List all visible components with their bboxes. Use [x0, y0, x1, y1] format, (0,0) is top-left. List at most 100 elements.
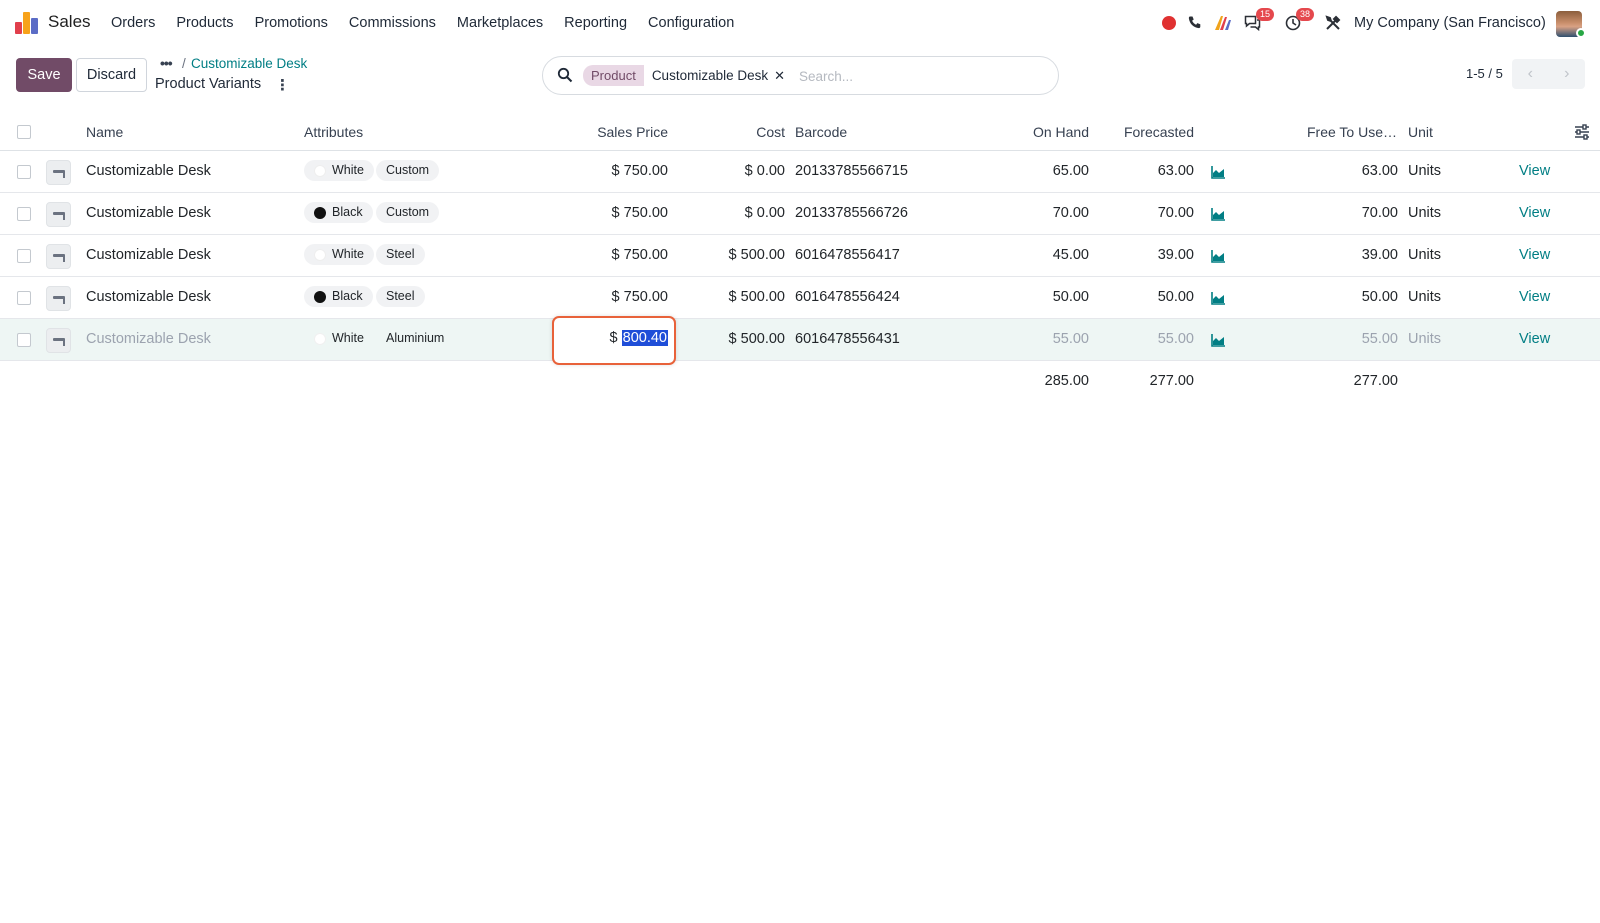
row-sales-price[interactable]: $ 750.00 — [560, 163, 668, 179]
row-name[interactable]: Customizable Desk — [86, 205, 211, 221]
product-thumbnail — [46, 244, 71, 269]
row-checkbox[interactable] — [17, 291, 31, 305]
total-free-to-use: 277.00 — [1353, 373, 1398, 389]
sales-price-input[interactable]: $ 800.40 — [552, 316, 676, 365]
search-icon[interactable] — [557, 67, 573, 83]
row-cost[interactable]: $ 500.00 — [700, 289, 785, 305]
column-header-on-hand[interactable]: On Hand — [980, 124, 1089, 140]
column-header-cost[interactable]: Cost — [700, 124, 785, 140]
column-header-forecasted[interactable]: Forecasted — [1090, 124, 1194, 140]
product-thumbnail — [46, 160, 71, 185]
menu-item-promotions[interactable]: Promotions — [255, 15, 328, 31]
column-header-unit[interactable]: Unit — [1408, 124, 1433, 140]
row-checkbox[interactable] — [17, 249, 31, 263]
view-link[interactable]: View — [1519, 205, 1550, 221]
attribute-material-tag: Custom — [376, 160, 440, 181]
row-cost[interactable]: $ 0.00 — [700, 205, 785, 221]
view-link[interactable]: View — [1519, 289, 1550, 305]
view-link[interactable]: View — [1519, 247, 1550, 263]
row-barcode[interactable]: 20133785566726 — [795, 205, 908, 221]
row-barcode[interactable]: 6016478556431 — [795, 331, 900, 347]
row-cost[interactable]: $ 0.00 — [700, 163, 785, 179]
company-switcher[interactable]: My Company (San Francisco) — [1354, 15, 1546, 31]
color-swatch — [314, 290, 326, 303]
row-cost[interactable]: $ 500.00 — [700, 247, 785, 263]
forecast-graph-icon[interactable] — [1211, 333, 1226, 347]
currency-symbol: $ — [609, 330, 618, 346]
breadcrumb-more-icon[interactable]: ••• — [160, 55, 173, 71]
row-free-to-use: 39.00 — [1361, 247, 1398, 263]
menu-item-products[interactable]: Products — [176, 15, 233, 31]
table-row[interactable]: Customizable Desk White Custom $ 750.00 … — [0, 151, 1600, 193]
row-name[interactable]: Customizable Desk — [86, 289, 211, 305]
row-on-hand: 45.00 — [1052, 247, 1089, 263]
row-sales-price[interactable]: $ 750.00 — [560, 247, 668, 263]
actions-menu-icon[interactable]: ⋮ — [275, 76, 290, 94]
view-link[interactable]: View — [1519, 331, 1550, 347]
color-label: White — [332, 331, 364, 345]
total-forecasted: 277.00 — [1149, 373, 1194, 389]
row-unit: Units — [1408, 163, 1442, 179]
product-thumbnail — [46, 202, 71, 227]
menu-item-reporting[interactable]: Reporting — [564, 15, 627, 31]
menu-item-configuration[interactable]: Configuration — [648, 15, 734, 31]
column-header-attributes[interactable]: Attributes — [304, 124, 363, 140]
row-checkbox[interactable] — [17, 165, 31, 179]
attribute-color-tag: Black — [304, 202, 373, 223]
color-swatch — [314, 248, 326, 261]
phone-icon[interactable] — [1186, 14, 1204, 32]
table-row[interactable]: Customizable Desk Black Custom $ 750.00 … — [0, 193, 1600, 235]
variants-table: Name Attributes Sales Price Cost Barcode… — [0, 113, 1600, 401]
row-barcode[interactable]: 6016478556417 — [795, 247, 900, 263]
row-checkbox[interactable] — [17, 333, 31, 347]
sales-price-editor[interactable]: $ 800.40 — [610, 330, 668, 346]
optional-columns-icon[interactable] — [1574, 124, 1590, 140]
forecast-graph-icon[interactable] — [1211, 165, 1226, 179]
ai-assistant-icon[interactable] — [1214, 14, 1232, 32]
record-icon[interactable] — [1160, 14, 1178, 32]
row-barcode[interactable]: 20133785566715 — [795, 163, 908, 179]
attribute-color-tag: White — [304, 328, 374, 349]
app-name[interactable]: Sales — [48, 12, 91, 32]
row-name[interactable]: Customizable Desk — [86, 163, 211, 179]
product-thumbnail — [46, 286, 71, 311]
row-name[interactable]: Customizable Desk — [86, 331, 211, 347]
tools-icon[interactable] — [1324, 14, 1342, 32]
row-free-to-use: 50.00 — [1361, 289, 1398, 305]
row-sales-price[interactable]: $ 750.00 — [560, 205, 668, 221]
row-sales-price[interactable]: $ 750.00 — [560, 289, 668, 305]
column-header-barcode[interactable]: Barcode — [795, 124, 847, 140]
search-bar[interactable]: Product Customizable Desk ✕ — [542, 56, 1059, 95]
column-header-name[interactable]: Name — [86, 124, 123, 140]
pager-previous-icon[interactable]: ‹ — [1512, 59, 1549, 89]
search-input[interactable] — [799, 66, 1039, 86]
column-header-sales-price[interactable]: Sales Price — [560, 124, 668, 140]
row-name[interactable]: Customizable Desk — [86, 247, 211, 263]
menu-item-orders[interactable]: Orders — [111, 15, 155, 31]
column-header-free-to-use[interactable]: Free To Use… — [1280, 124, 1397, 140]
table-row[interactable]: Customizable Desk Black Steel $ 750.00 $… — [0, 277, 1600, 319]
table-row[interactable]: Customizable Desk White Steel $ 750.00 $… — [0, 235, 1600, 277]
pager-next-icon[interactable]: › — [1549, 59, 1586, 89]
sales-price-selected-value[interactable]: 800.40 — [621, 330, 668, 346]
row-checkbox[interactable] — [17, 207, 31, 221]
select-all-checkbox[interactable] — [17, 125, 31, 139]
facet-remove-icon[interactable]: ✕ — [774, 68, 785, 84]
facet-label: Product — [583, 65, 644, 86]
color-label: Black — [332, 289, 363, 303]
view-link[interactable]: View — [1519, 163, 1550, 179]
save-button[interactable]: Save — [16, 58, 72, 92]
menu-item-commissions[interactable]: Commissions — [349, 15, 436, 31]
discard-button[interactable]: Discard — [76, 58, 147, 92]
breadcrumb-parent-link[interactable]: Customizable Desk — [191, 56, 307, 71]
forecast-graph-icon[interactable] — [1211, 291, 1226, 305]
sales-app-icon[interactable] — [15, 12, 39, 34]
attribute-material-tag: Custom — [376, 202, 440, 223]
menu-item-marketplaces[interactable]: Marketplaces — [457, 15, 543, 31]
row-cost[interactable]: $ 500.00 — [700, 331, 785, 347]
forecast-graph-icon[interactable] — [1211, 249, 1226, 263]
row-barcode[interactable]: 6016478556424 — [795, 289, 900, 305]
pager-value[interactable]: 1-5 / 5 — [1466, 66, 1503, 81]
forecast-graph-icon[interactable] — [1211, 207, 1226, 221]
table-row-editing[interactable]: Customizable Desk White Aluminium $ 500.… — [0, 319, 1600, 361]
